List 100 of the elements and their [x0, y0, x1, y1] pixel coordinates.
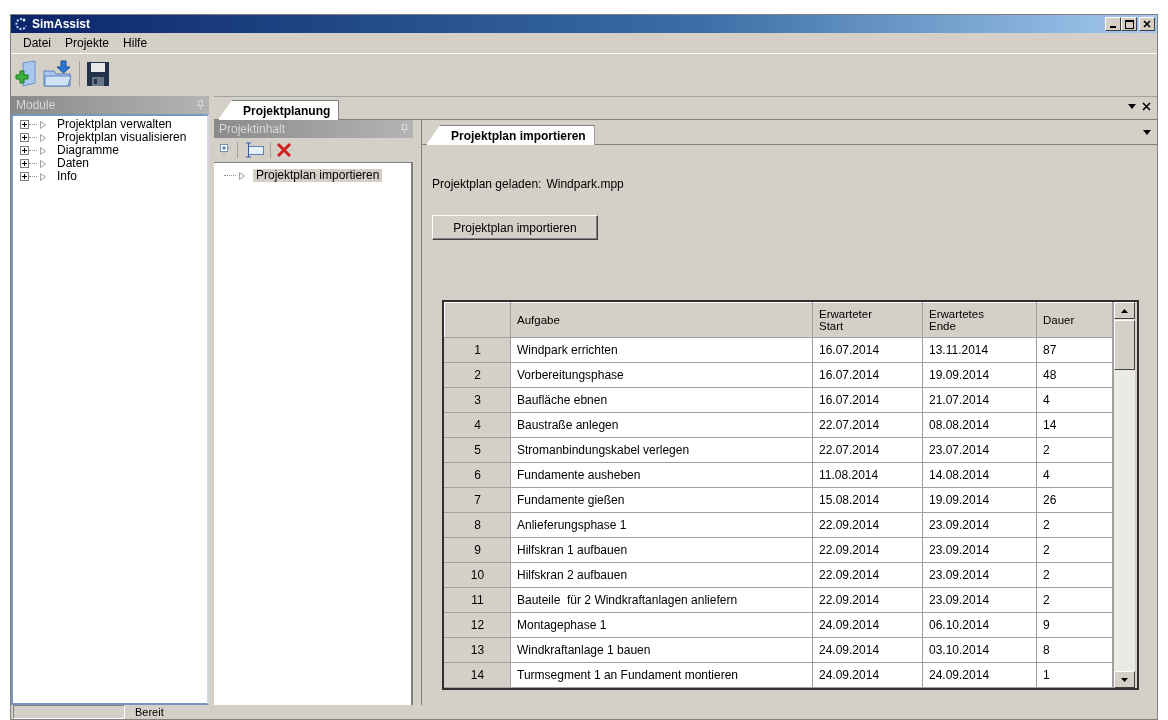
scroll-up-button[interactable] — [1114, 302, 1135, 319]
row-header[interactable]: 8 — [444, 512, 511, 538]
table-cell: Fundamente gießen — [510, 487, 813, 513]
column-header[interactable]: Aufgabe — [510, 302, 813, 338]
row-header[interactable]: 4 — [444, 412, 511, 438]
table-cell: 87 — [1036, 337, 1113, 363]
column-header[interactable]: Erwarteter Start — [812, 302, 923, 338]
row-header[interactable]: 12 — [444, 612, 511, 638]
import-button[interactable]: Projektplan importieren — [432, 215, 598, 240]
table-cell: 2 — [1036, 537, 1113, 563]
tree-item[interactable]: Daten — [54, 157, 93, 170]
table-cell: 21.07.2014 — [922, 387, 1037, 413]
table-cell: 16.07.2014 — [812, 362, 923, 388]
maximize-icon — [1124, 19, 1134, 29]
dropdown-icon[interactable] — [1128, 104, 1136, 109]
table-cell: 23.09.2014 — [922, 562, 1037, 588]
table-cell: Vorbereitungsphase — [510, 362, 813, 388]
dropdown-icon[interactable] — [1143, 130, 1151, 135]
row-header[interactable]: 7 — [444, 487, 511, 513]
table-cell: 15.08.2014 — [812, 487, 923, 513]
row-header[interactable]: 6 — [444, 462, 511, 488]
table-cell: 24.09.2014 — [922, 662, 1037, 688]
table-cell: 23.07.2014 — [922, 437, 1037, 463]
table-cell: 24.09.2014 — [812, 637, 923, 663]
table-cell: 48 — [1036, 362, 1113, 388]
tree-item[interactable]: Projektplan verwalten — [54, 118, 175, 131]
document-tab[interactable]: Projektplanung — [218, 100, 340, 120]
expand-icon[interactable] — [20, 120, 29, 129]
scroll-down-button[interactable] — [1114, 671, 1135, 688]
up-arrow-icon — [1121, 308, 1128, 313]
table-cell: 9 — [1036, 612, 1113, 638]
table-cell: Anlieferungsphase 1 — [510, 512, 813, 538]
menu-item[interactable]: Datei — [17, 34, 57, 52]
table-cell: 2 — [1036, 512, 1113, 538]
delete-icon[interactable] — [276, 142, 292, 158]
window-title: SimAssist — [32, 17, 92, 31]
row-header[interactable]: 2 — [444, 362, 511, 388]
table-cell: Fundamente ausheben — [510, 462, 813, 488]
table-cell: 4 — [1036, 387, 1113, 413]
table-cell: 22.07.2014 — [812, 412, 923, 438]
close-icon — [1143, 20, 1151, 28]
table-cell: Bauteile für 2 Windkraftanlagen anliefern — [510, 587, 813, 613]
table-cell: Baustraße anlegen — [510, 412, 813, 438]
table-cell: 24.09.2014 — [812, 612, 923, 638]
table-cell: Hilfskran 2 aufbauen — [510, 562, 813, 588]
tree-item[interactable]: Projektplan visualisieren — [54, 131, 190, 144]
save-icon[interactable] — [85, 60, 111, 88]
table-cell: 23.09.2014 — [922, 512, 1037, 538]
row-header[interactable]: 14 — [444, 662, 511, 688]
row-header[interactable]: 3 — [444, 387, 511, 413]
table-cell: 06.10.2014 — [922, 612, 1037, 638]
expand-icon[interactable] — [20, 133, 29, 142]
triangle-icon — [239, 171, 245, 180]
row-header[interactable]: 11 — [444, 587, 511, 613]
table-cell: 16.07.2014 — [812, 337, 923, 363]
table-cell: 22.09.2014 — [812, 587, 923, 613]
panel-title: Projektinhalt — [219, 122, 286, 136]
table-cell: 14.08.2014 — [922, 462, 1037, 488]
close-icon[interactable] — [1142, 102, 1151, 111]
minimize-button[interactable] — [1105, 17, 1121, 31]
maximize-button[interactable] — [1121, 17, 1137, 31]
row-header[interactable]: 1 — [444, 337, 511, 363]
row-header[interactable]: 13 — [444, 637, 511, 663]
table-cell: 23.09.2014 — [922, 537, 1037, 563]
rename-icon[interactable] — [243, 142, 265, 158]
table-cell: 2 — [1036, 437, 1113, 463]
table-cell: 2 — [1036, 562, 1113, 588]
table-cell: Hilfskran 1 aufbauen — [510, 537, 813, 563]
panel-title: Module — [16, 98, 56, 112]
row-header[interactable]: 10 — [444, 562, 511, 588]
import-folder-icon[interactable] — [42, 59, 74, 89]
table-cell: 14 — [1036, 412, 1113, 438]
expand-icon[interactable] — [20, 146, 29, 155]
table-cell: 26 — [1036, 487, 1113, 513]
table-cell: 24.09.2014 — [812, 662, 923, 688]
table-cell: Turmsegment 1 an Fundament montieren — [510, 662, 813, 688]
table-cell: 23.09.2014 — [922, 587, 1037, 613]
table-cell: Windkraftanlage 1 bauen — [510, 637, 813, 663]
tree-item[interactable]: Diagramme — [54, 144, 122, 157]
expand-icon[interactable] — [20, 159, 29, 168]
row-header[interactable]: 5 — [444, 437, 511, 463]
file-name: Windpark.mpp — [546, 177, 624, 191]
table-cell: 2 — [1036, 587, 1113, 613]
menu-item[interactable]: Hilfe — [117, 34, 154, 52]
table-cell: 8 — [1036, 637, 1113, 663]
table-cell: 16.07.2014 — [812, 387, 923, 413]
tree-item[interactable]: Info — [54, 170, 80, 183]
close-button[interactable] — [1139, 17, 1155, 31]
row-header[interactable]: 9 — [444, 537, 511, 563]
expand-icon[interactable] — [20, 172, 29, 181]
column-header[interactable]: Dauer — [1036, 302, 1113, 338]
table-cell: 4 — [1036, 462, 1113, 488]
expand-tree-icon[interactable] — [220, 143, 232, 157]
menu-item[interactable]: Projekte — [59, 34, 116, 52]
vertical-scrollbar[interactable] — [1113, 302, 1135, 688]
tree-item[interactable]: Projektplan importieren — [253, 169, 383, 182]
scroll-thumb[interactable] — [1114, 320, 1135, 370]
document-tab[interactable]: Projektplan importieren — [426, 125, 595, 145]
column-header[interactable]: Erwartetes Ende — [922, 302, 1037, 338]
status-text: Bereit — [135, 705, 164, 719]
